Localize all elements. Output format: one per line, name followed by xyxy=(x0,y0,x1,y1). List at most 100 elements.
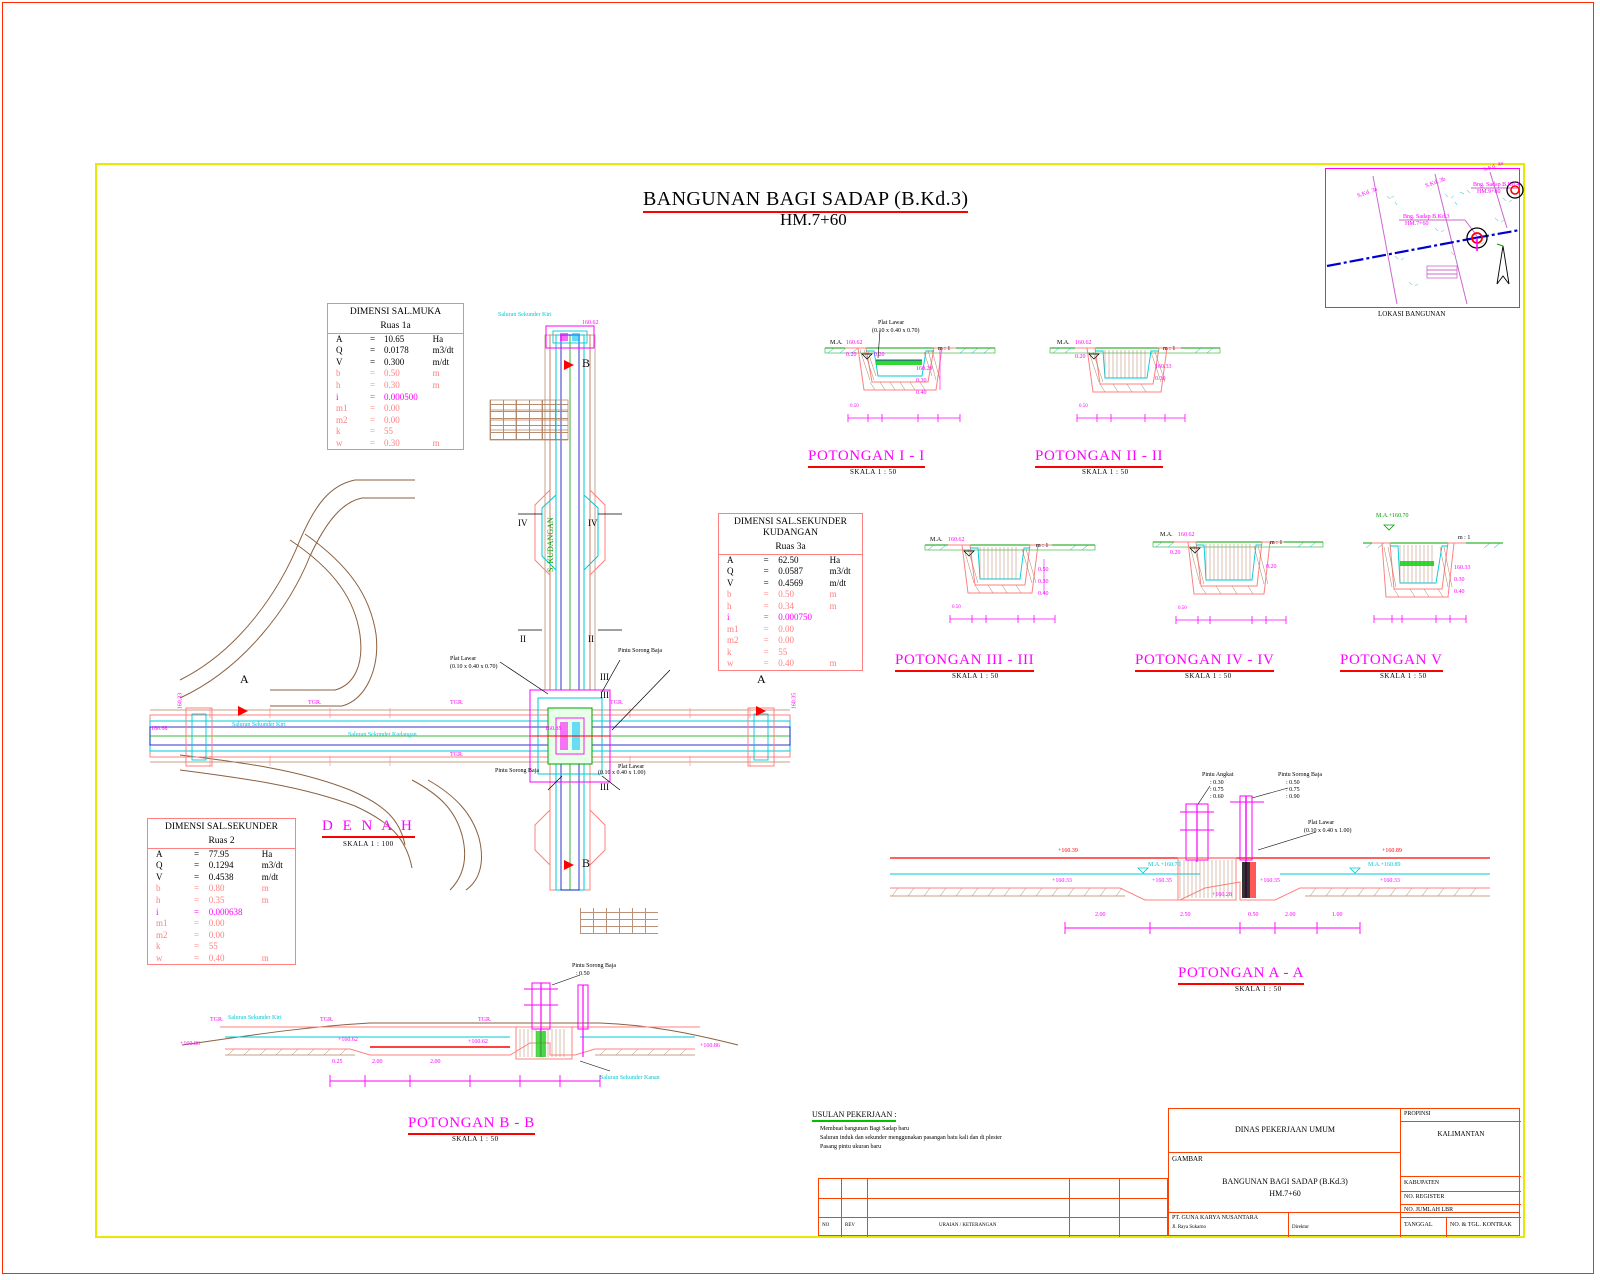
row-symbol: i xyxy=(156,906,159,917)
location-map-caption: LOKASI BANGUNAN xyxy=(1378,310,1446,318)
table-row: i = 0.000638 xyxy=(148,907,295,919)
location-map: Bng. Sadap B.Kd.3 HM.7+60 Bng. Sadap B.K… xyxy=(1325,161,1524,308)
row-unit: m xyxy=(829,589,837,600)
potongan-2-ma-label: M.A. xyxy=(1057,340,1070,346)
row-symbol: k xyxy=(156,941,161,952)
label-pintu-sorong-1: Pintu Sorong Baja xyxy=(618,648,663,654)
elev-value-plan-1: 160.85 xyxy=(545,726,562,732)
potongan-2-dim-2: 0.30 xyxy=(1155,376,1166,382)
section-mark-b-top: B xyxy=(582,356,591,370)
row-symbol: m2 xyxy=(156,929,168,940)
revision-grid: NO REV URAIAN / KETERANGAN xyxy=(818,1178,1169,1237)
titleblock-gambar-label: GAMBAR xyxy=(1172,1155,1203,1163)
potongan-3-dim-2: 0.30 xyxy=(1038,579,1049,585)
row-unit xyxy=(260,930,295,942)
potongan-2-label: POTONGAN II - II xyxy=(1035,448,1164,468)
potongan-1-elev-1: 160.62 xyxy=(846,340,863,346)
potongan-4-elev-1: 160.62 xyxy=(1178,532,1195,538)
titleblock: DINAS PEKERJAAN UMUM GAMBAR BANGUNAN BAG… xyxy=(1168,1108,1521,1237)
potongan-1-dim-row: 0.50 xyxy=(850,404,859,409)
potongan-1-graphics xyxy=(824,329,996,422)
potongan-aa-dim-2: 2.50 xyxy=(1180,912,1191,918)
titleblock-propinsi-label: PROPINSI xyxy=(1404,1111,1431,1117)
potongan-3-dim-3: 0.40 xyxy=(1038,591,1049,597)
row-value: 55 xyxy=(208,941,218,952)
potongan-aa-ma-left: M.A.+160.70 xyxy=(1148,862,1181,868)
section-mark-a-right: A xyxy=(757,672,766,686)
section-potongan-5: M.A.+160.70 m : 1 160.33 0.30 0.40 xyxy=(1358,505,1508,640)
section-arrow-b-bottom xyxy=(564,860,574,870)
section-mark-ii-right: II xyxy=(588,634,594,644)
potongan-bb-pintu-label: Pintu Sorong Baja xyxy=(572,963,617,969)
potongan-2-slope-label: m : 1 xyxy=(1163,346,1176,352)
row-value: 0.35 xyxy=(208,894,225,905)
titleblock-propinsi-value-cell: KALIMANTAN xyxy=(1401,1122,1521,1177)
potongan-5-graphics xyxy=(1363,524,1503,623)
potongan-bb-graphics xyxy=(181,974,739,1087)
section-arrow-b-top xyxy=(564,360,574,370)
section-potongan-bb: Saluran Sekunder Kiri Saluran Sekunder K… xyxy=(180,963,740,1105)
label-plat-note-1: (0.10 x 0.40 x 0.70) xyxy=(450,664,498,670)
table-row: m2 = 0.00 xyxy=(148,930,295,942)
potongan-bb-dim-1: 0.25 xyxy=(332,1059,343,1065)
potongan-2-dim-1: 0.20 xyxy=(1075,354,1086,360)
potongan-bb-elev-4: +160.86 xyxy=(700,1043,720,1049)
section-potongan-2: M.A. 160.62 m : 1 160.33 0.20 0.30 0.50 xyxy=(1045,318,1225,443)
potongan-bb-pintu-dims: : 0.50 xyxy=(576,971,590,977)
titleblock-gambar-sub: HM.7+60 xyxy=(1269,1189,1301,1198)
section-potongan-1: M.A. 160.62 Plat Lawar (0.10 x 0.40 x 0.… xyxy=(820,318,1000,443)
revision-grid-vline-2 xyxy=(867,1179,868,1237)
row-value: 0.00 xyxy=(208,929,225,940)
row-value: 0.00 xyxy=(208,918,225,929)
potongan-1-dim-2: 0.20 xyxy=(874,352,885,358)
potongan-2-dim-row: 0.50 xyxy=(1079,404,1088,409)
elev-value-plan-3: 160.62 xyxy=(582,320,599,326)
titleblock-kabupaten-cell: KABUPATEN xyxy=(1401,1177,1521,1192)
potongan-1-plat-label: Plat Lawar xyxy=(878,320,905,326)
potongan-aa-bank-elev-right: +160.89 xyxy=(1382,848,1402,854)
plan-masonry-patch-top xyxy=(490,400,568,440)
titleblock-agency-cell: DINAS PEKERJAAN UMUM xyxy=(1169,1109,1401,1153)
potongan-aa-pintu-sorong-dims2: : 0.75 xyxy=(1286,787,1300,793)
potongan-aa-bed-elev-3: +160.35 xyxy=(1260,878,1280,884)
potongan-4-label: POTONGAN IV - IV xyxy=(1135,652,1275,672)
notes-line-2: Saluran induk dan sekunder menggunakan p… xyxy=(820,1135,1002,1141)
section-potongan-aa: Pintu Angkat : 0.30 : 0.75 : 0.60 Pintu … xyxy=(880,770,1500,960)
map-label-hm760: HM.7+60 xyxy=(1405,221,1429,227)
row-unit xyxy=(260,918,295,930)
potongan-3-ma-label: M.A. xyxy=(930,537,943,543)
potongan-4-scale: SKALA 1 : 50 xyxy=(1185,672,1232,680)
page-subtitle: HM.7+60 xyxy=(780,210,847,229)
row-symbol: w xyxy=(156,952,163,963)
potongan-bb-canal-label-right: Saluran Sekunder Kanan xyxy=(600,1075,660,1081)
row-symbol: h xyxy=(156,894,161,905)
revision-grid-hline-2 xyxy=(819,1217,1169,1218)
section-mark-iv-left: IV xyxy=(518,518,528,528)
potongan-aa-pintu-sorong-dims: : 0.50 xyxy=(1286,780,1300,786)
potongan-aa-dim-4: 2.00 xyxy=(1285,912,1296,918)
potongan-2-elev-2: 160.33 xyxy=(1155,364,1172,370)
potongan-3-dim-row: 0.50 xyxy=(952,605,961,610)
potongan-5-scale: SKALA 1 : 50 xyxy=(1380,672,1427,680)
row-unit: Ha xyxy=(829,554,841,565)
revision-grid-vline-1 xyxy=(841,1179,842,1237)
potongan-4-dim-row: 0.50 xyxy=(1178,606,1187,611)
elev-value-plan-2: 160.68 xyxy=(151,726,168,732)
potongan-5-label: POTONGAN V xyxy=(1340,652,1443,672)
potongan-1-dim-4: 0.40 xyxy=(916,390,927,396)
potongan-bb-scale: SKALA 1 : 50 xyxy=(452,1135,499,1143)
elev-tag-tgr-below: TGR. xyxy=(450,752,464,758)
section-arrow-a-right xyxy=(756,706,766,716)
potongan-aa-bed-elev-5: +160.28 xyxy=(1212,892,1232,898)
potongan-1-plat-dim: (0.10 x 0.40 x 0.70) xyxy=(872,328,920,334)
potongan-3-elev-1: 160.62 xyxy=(948,537,965,543)
potongan-bb-dim-2: 2.00 xyxy=(372,1059,383,1065)
section-potongan-4: M.A. 160.62 m : 1 0.20 0.20 0.50 xyxy=(1148,510,1328,640)
section-arrow-a-left xyxy=(238,706,248,716)
potongan-bb-tgr-mid: TGR. xyxy=(320,1017,334,1023)
titleblock-divider xyxy=(1168,1212,1520,1213)
potongan-3-dim-1: 0.50 xyxy=(1038,567,1049,573)
potongan-aa-bed-elev-2: +160.35 xyxy=(1152,878,1172,884)
titleblock-kabupaten-label: KABUPATEN xyxy=(1404,1180,1440,1186)
row-value: 0.40 xyxy=(208,952,225,963)
